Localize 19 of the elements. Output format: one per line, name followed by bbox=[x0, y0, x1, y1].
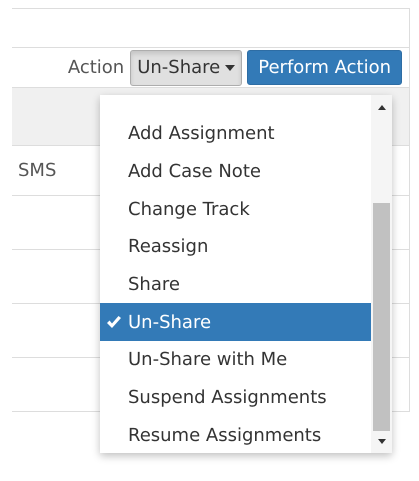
menu-option[interactable]: Suspend Assignments bbox=[100, 378, 371, 416]
table-cell-text: SMS bbox=[18, 159, 56, 183]
check-icon bbox=[106, 316, 122, 329]
menu-option[interactable]: Resume Assignments bbox=[100, 416, 371, 453]
caret-icon bbox=[225, 64, 236, 70]
menu-option[interactable]: Change Track bbox=[100, 190, 371, 228]
scroll-up-icon[interactable] bbox=[378, 105, 386, 110]
menu-option[interactable]: Un-Share with Me bbox=[100, 341, 371, 379]
menu-option[interactable]: Un-Share bbox=[100, 303, 371, 342]
scrollbar[interactable] bbox=[371, 95, 392, 453]
scrollbar-thumb[interactable] bbox=[373, 203, 390, 431]
action-select[interactable]: Un-Share bbox=[130, 50, 242, 86]
perform-action-button[interactable]: Perform Action bbox=[247, 50, 402, 85]
menu-option[interactable]: Add Case Note bbox=[100, 152, 371, 190]
menu-option[interactable]: Share bbox=[100, 266, 371, 304]
scroll-down-icon[interactable] bbox=[378, 439, 386, 444]
action-label: Action bbox=[68, 56, 124, 80]
menu-option[interactable]: Add Assignment bbox=[100, 115, 371, 153]
menu-option[interactable]: Reassign bbox=[100, 228, 371, 266]
